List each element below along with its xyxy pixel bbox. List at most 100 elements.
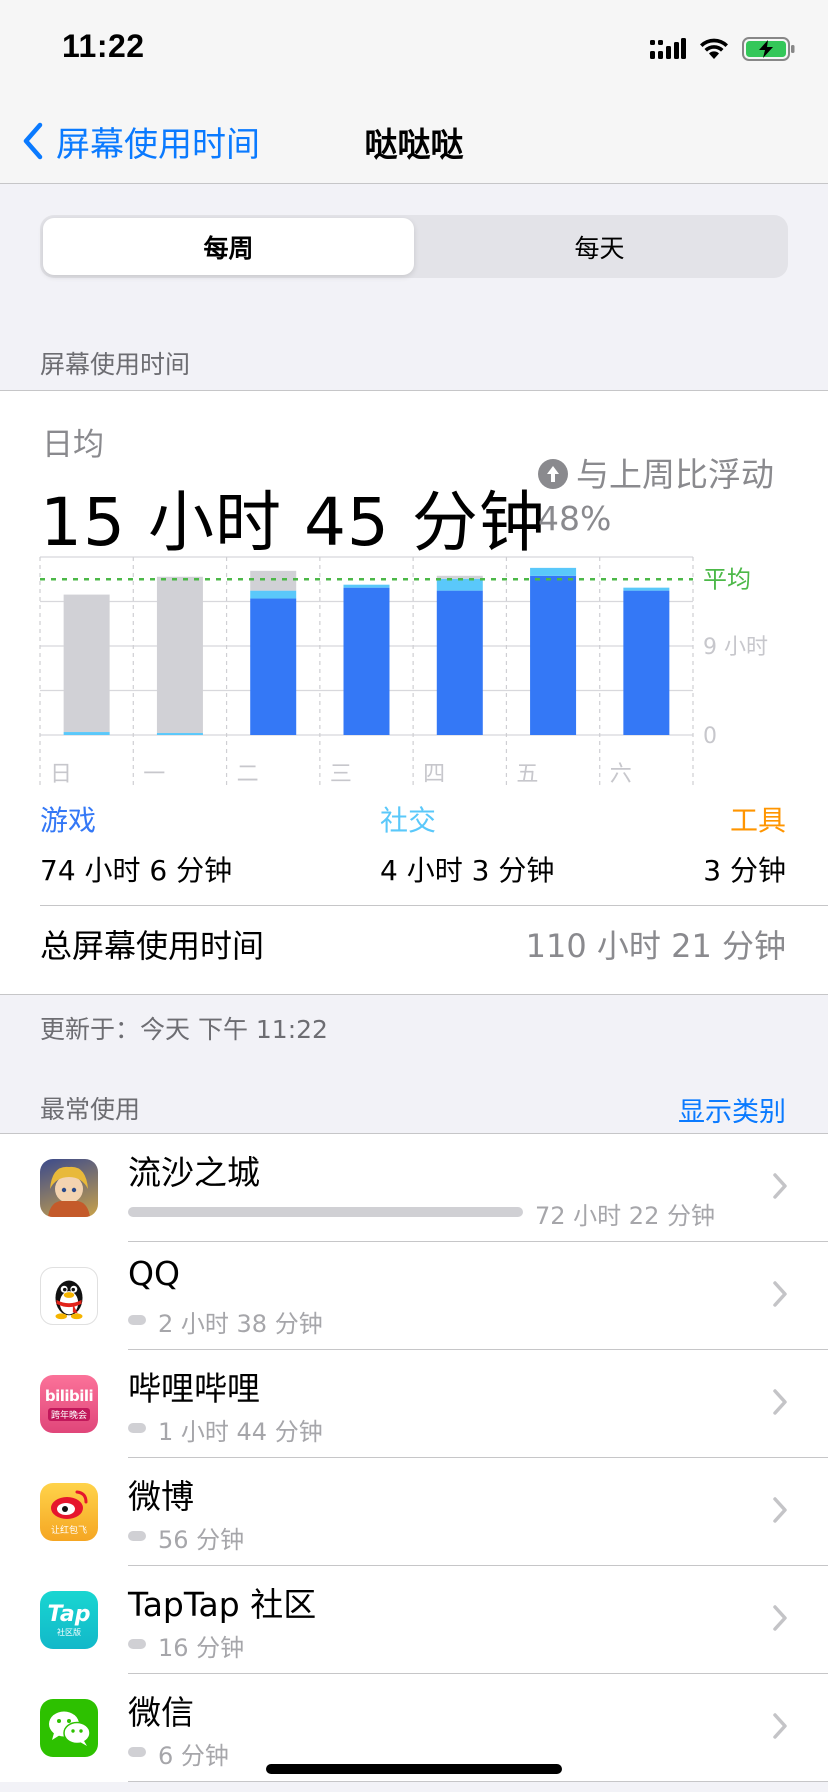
chevron-right-icon xyxy=(773,1281,787,1307)
category-social[interactable]: 社交 4 小时 3 分钟 xyxy=(380,799,554,889)
category-games[interactable]: 游戏 74 小时 6 分钟 xyxy=(40,799,232,889)
chevron-right-icon xyxy=(773,1389,787,1415)
app-usage-time: 72 小时 22 分钟 xyxy=(535,1202,715,1230)
summary-card: 日均 15 小时 45 分钟 与上周比浮动 48% 日一二三四五六平均 9 小时 0… xyxy=(0,390,828,995)
app-name: 微信 xyxy=(128,1693,194,1732)
app-usage-bar xyxy=(128,1207,523,1217)
chart-bar-segment xyxy=(343,587,390,735)
bilibili-badge-text: 跨年晚会 xyxy=(47,1408,90,1421)
chart-bar-segment xyxy=(343,584,390,588)
app-row-weibo[interactable]: 让红包飞 微博 56 分钟 xyxy=(0,1458,828,1566)
category-time: 74 小时 6 分钟 xyxy=(40,854,233,887)
cellular-signal-icon xyxy=(650,38,686,59)
app-usage-time: 1 小时 44 分钟 xyxy=(158,1418,323,1446)
segment-weekly[interactable]: 每周 xyxy=(43,218,414,275)
segment-daily[interactable]: 每天 xyxy=(414,218,785,275)
total-screen-time-label: 总屏幕使用时间 xyxy=(40,927,265,965)
qq-penguin-icon xyxy=(40,1267,98,1325)
chart-x-tick-label: 日 xyxy=(50,762,72,787)
chevron-right-icon xyxy=(773,1173,787,1199)
weekly-change: 与上周比浮动 48% xyxy=(538,453,774,541)
chart-bar-segment xyxy=(436,590,483,735)
battery-charging-icon xyxy=(742,37,795,61)
app-name: TapTap 社区 xyxy=(128,1585,317,1624)
wifi-icon xyxy=(700,38,728,59)
taptap-logo-text: Tap xyxy=(47,1602,91,1627)
home-indicator[interactable] xyxy=(266,1764,562,1774)
status-bar: 11:22 xyxy=(0,0,828,100)
weekly-change-value: 48% xyxy=(538,499,612,538)
app-row-qq[interactable]: QQ 2 小时 38 分钟 xyxy=(0,1242,828,1350)
chart-bar-segment xyxy=(436,578,483,591)
category-time: 3 分钟 xyxy=(703,854,786,887)
app-usage-time: 2 小时 38 分钟 xyxy=(158,1310,323,1338)
most-used-app-list: 流沙之城 72 小时 22 分钟 QQ 2 小时 38 分钟 bilibili … xyxy=(0,1133,828,1782)
app-row-taptap[interactable]: Tap 社区版 TapTap 社区 16 分钟 xyxy=(0,1566,828,1674)
app-usage-time: 16 分钟 xyxy=(158,1634,245,1662)
game-avatar-icon xyxy=(40,1159,98,1217)
updated-timestamp: 更新于：今天 下午 11:22 xyxy=(40,1015,328,1044)
app-usage-bar xyxy=(128,1639,146,1649)
weibo-icon: 让红包飞 xyxy=(40,1483,98,1541)
bilibili-icon: bilibili 跨年晚会 xyxy=(40,1375,98,1433)
status-time: 11:22 xyxy=(62,28,145,64)
chart-x-tick-label: 五 xyxy=(516,762,538,787)
chart-x-tick-label: 三 xyxy=(330,762,352,787)
chart-bar-segment xyxy=(530,575,577,735)
page-title: 哒哒哒 xyxy=(364,125,464,164)
category-time: 4 小时 3 分钟 xyxy=(380,854,555,887)
chart-bar-segment xyxy=(250,590,297,599)
chart-bar-segment xyxy=(156,733,203,735)
category-name: 游戏 xyxy=(40,804,97,837)
chart-x-tick-label: 二 xyxy=(237,762,259,787)
app-name: 哔哩哔哩 xyxy=(128,1369,260,1408)
show-categories-button[interactable]: 显示类别 xyxy=(678,1090,786,1129)
chart-y-tick-label: 9 小时 xyxy=(703,635,768,660)
taptap-icon: Tap 社区版 xyxy=(40,1591,98,1649)
chart-bar-segment xyxy=(156,576,203,734)
total-screen-time-value: 110 小时 21 分钟 xyxy=(525,927,786,965)
chart-bar-segment xyxy=(623,587,670,591)
chart-x-tick-label: 四 xyxy=(423,762,445,787)
weekly-usage-chart: 日 一 二 三 四 五 六 平均 9 小时 0 xyxy=(39,556,768,787)
chart-y-tick-label: 0 xyxy=(703,724,717,749)
section-header-screen-time: 屏幕使用时间 xyxy=(40,350,191,379)
chart-bar-segment xyxy=(250,598,297,735)
chart-average-label: 平均 xyxy=(703,565,751,593)
category-name: 工具 xyxy=(729,804,786,837)
status-icons xyxy=(650,34,796,64)
weekly-change-label: 与上周比浮动 xyxy=(576,455,774,494)
app-name: 流沙之城 xyxy=(128,1153,260,1192)
chart-bar-segment xyxy=(63,732,110,735)
chart-x-tick-label: 一 xyxy=(143,762,165,787)
chart-x-tick-label: 六 xyxy=(610,762,632,787)
category-name: 社交 xyxy=(380,804,437,837)
navigation-bar: 屏幕使用时间 哒哒哒 xyxy=(0,100,828,184)
app-row-bilibili[interactable]: bilibili 跨年晚会 哔哩哔哩 1 小时 44 分钟 xyxy=(0,1350,828,1458)
weibo-badge-text: 让红包飞 xyxy=(50,1526,87,1536)
bilibili-logo-text: bilibili xyxy=(44,1387,94,1405)
app-usage-bar xyxy=(128,1423,146,1433)
app-usage-time: 56 分钟 xyxy=(158,1526,245,1554)
chevron-right-icon xyxy=(773,1713,787,1739)
chart-bar-segment xyxy=(250,570,297,591)
chevron-right-icon xyxy=(773,1605,787,1631)
chart-bar-segment xyxy=(63,594,110,733)
app-usage-bar xyxy=(128,1315,146,1325)
taptap-badge-text: 社区版 xyxy=(57,1628,81,1637)
app-usage-time: 6 分钟 xyxy=(158,1742,229,1770)
chart-bar-segment xyxy=(623,590,670,735)
category-breakdown: 游戏 74 小时 6 分钟 社交 4 小时 3 分钟 工具 3 分钟 xyxy=(0,799,828,887)
wechat-icon xyxy=(40,1699,98,1757)
app-name: 微博 xyxy=(128,1477,194,1516)
arrow-up-circle-icon xyxy=(538,459,568,489)
app-usage-bar xyxy=(128,1531,146,1541)
section-header-most-used: 最常使用 xyxy=(40,1095,141,1124)
period-segmented-control: 每周 每天 xyxy=(40,215,788,278)
app-row-liushazhicheng[interactable]: 流沙之城 72 小时 22 分钟 xyxy=(0,1134,828,1242)
category-tools[interactable]: 工具 3 分钟 xyxy=(703,799,786,889)
divider xyxy=(40,905,828,906)
app-usage-bar xyxy=(128,1747,146,1757)
chart-bar-segment xyxy=(530,567,577,576)
app-name: QQ xyxy=(128,1254,180,1293)
